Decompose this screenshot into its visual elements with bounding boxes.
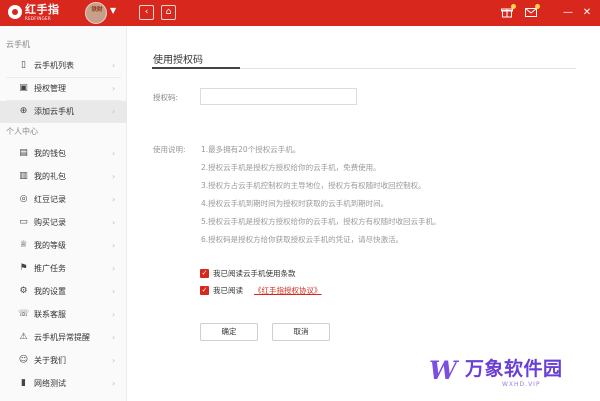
- sidebar-section-cloud: 云手机: [6, 40, 30, 49]
- minimize-button[interactable]: —: [561, 6, 575, 20]
- logo-text: 红手指: [25, 3, 60, 16]
- watermark-url: WXHD.VIP: [502, 381, 541, 388]
- chevron-right-icon: ›: [112, 149, 116, 158]
- sidebar-item-label: 我的等级: [34, 241, 66, 250]
- sidebar-item-label: 云手机列表: [34, 61, 74, 70]
- mail-badge: [535, 4, 540, 9]
- wallet-icon: ▤: [19, 148, 28, 158]
- chevron-right-icon: ›: [112, 107, 116, 116]
- sidebar-item-label: 网络测试: [34, 379, 66, 388]
- chevron-right-icon: ›: [112, 310, 116, 319]
- sidebar-item-alerts[interactable]: ⚠ 云手机异常提醒 ›: [0, 327, 127, 349]
- cancel-button[interactable]: 取消: [272, 323, 330, 341]
- instruction-line: 6.授权码是授权方给你获取授权云手机的凭证，请尽快激活。: [201, 235, 404, 244]
- gift-badge: [511, 4, 516, 9]
- instructions-label: 使用说明:: [153, 145, 186, 154]
- sidebar-section-personal: 个人中心: [6, 127, 38, 136]
- chevron-right-icon: ›: [112, 195, 116, 204]
- add-circle-icon: ⊕: [19, 106, 28, 116]
- auth-code-label: 授权码:: [153, 93, 179, 102]
- chevron-right-icon: ›: [112, 61, 116, 70]
- logo-subtext: REDFINGER: [25, 16, 51, 21]
- user-avatar[interactable]: 铁财: [85, 2, 107, 24]
- phone-icon: ▯: [21, 60, 26, 70]
- sidebar-item-level[interactable]: ♕ 我的等级 ›: [0, 235, 127, 257]
- chevron-right-icon: ›: [112, 218, 116, 227]
- app-logo: 红手指 REDFINGER: [8, 3, 78, 23]
- avatar-text: 铁财: [91, 7, 103, 13]
- gear-icon: ⚙: [19, 286, 28, 296]
- network-icon: ▮: [21, 378, 26, 388]
- license-checkbox[interactable]: ✓: [200, 286, 209, 295]
- about-icon: ☺: [18, 355, 29, 365]
- chevron-right-icon: ›: [112, 333, 116, 342]
- bean-icon: ◎: [19, 194, 28, 204]
- instruction-line: 5.授权云手机是授权方授权给你的云手机，授权方有权随时收回云手机。: [201, 217, 441, 226]
- gift-box-icon: ▥: [19, 171, 28, 181]
- sidebar-item-label: 红豆记录: [34, 195, 66, 204]
- sidebar-item-label: 授权管理: [34, 84, 66, 93]
- sidebar-item-label: 我的礼包: [34, 172, 66, 181]
- sidebar-item-label: 云手机异常提醒: [34, 333, 90, 342]
- sidebar-item-wallet[interactable]: ▤ 我的钱包 ›: [0, 143, 127, 165]
- sidebar-item-auth-management[interactable]: ▣ 授权管理 ›: [0, 78, 127, 100]
- chevron-right-icon: ›: [112, 241, 116, 250]
- chevron-right-icon: ›: [112, 379, 116, 388]
- sidebar-item-purchase-record[interactable]: ▭ 购买记录 ›: [0, 212, 127, 234]
- sidebar-item-label: 我的钱包: [34, 149, 66, 158]
- sidebar-item-label: 购买记录: [34, 218, 66, 227]
- page-title: 使用授权码: [153, 55, 203, 66]
- license-checkbox-label[interactable]: 我已阅读: [213, 285, 243, 296]
- sidebar-item-add-phone[interactable]: ⊕ 添加云手机 ›: [0, 101, 127, 123]
- sidebar-item-network-test[interactable]: ▮ 网络测试 ›: [0, 373, 127, 395]
- chevron-right-icon: ›: [112, 84, 116, 93]
- license-agreement-link[interactable]: 《红手指授权协议》: [254, 285, 322, 296]
- sidebar-item-about[interactable]: ☺ 关于我们 ›: [0, 350, 127, 372]
- title-bar: 红手指 REDFINGER 铁财 ▼ ‹ ⌂ — ✕: [0, 0, 600, 26]
- sidebar-item-bean-record[interactable]: ◎ 红豆记录 ›: [0, 189, 127, 211]
- watermark-logo: W: [429, 356, 457, 385]
- sidebar-item-label: 推广任务: [34, 264, 66, 273]
- instruction-line: 1.最多拥有20个授权云手机。: [201, 145, 301, 154]
- sidebar-item-settings[interactable]: ⚙ 我的设置 ›: [0, 281, 127, 303]
- sidebar-item-label: 联系客服: [34, 310, 66, 319]
- sidebar-item-label: 关于我们: [34, 356, 66, 365]
- title-underline: [152, 67, 240, 69]
- confirm-button[interactable]: 确定: [200, 323, 258, 341]
- instruction-line: 2.授权云手机是授权方授权给你的云手机，免费使用。: [201, 163, 381, 172]
- back-button[interactable]: ‹: [139, 5, 154, 20]
- instruction-line: 3.授权方占云手机控制权的主导地位，授权方有权随时收回控制权。: [201, 181, 426, 190]
- close-button[interactable]: ✕: [580, 6, 594, 20]
- sidebar-item-label: 我的设置: [34, 287, 66, 296]
- account-dropdown-icon[interactable]: ▼: [110, 6, 116, 15]
- sidebar: 云手机 ▯ 云手机列表 › ▣ 授权管理 › ⊕ 添加云手机 › 个人中心 ▤ …: [0, 26, 127, 401]
- key-icon: ▣: [19, 83, 28, 93]
- alert-icon: ⚠: [19, 332, 28, 342]
- instruction-line: 4.授权云手机到期时间为授权时获取的云手机到期时间。: [201, 199, 389, 208]
- watermark-text: 万象软件园: [465, 358, 563, 380]
- purchase-icon: ▭: [19, 217, 28, 227]
- chevron-right-icon: ›: [112, 287, 116, 296]
- chevron-right-icon: ›: [112, 356, 116, 365]
- auth-code-input[interactable]: [200, 88, 357, 105]
- sidebar-item-label: 添加云手机: [34, 107, 74, 116]
- chevron-right-icon: ›: [112, 264, 116, 273]
- sidebar-item-support[interactable]: ☏ 联系客服 ›: [0, 304, 127, 326]
- headset-icon: ☏: [18, 309, 30, 319]
- flag-icon: ⚑: [19, 263, 28, 273]
- main-panel: 使用授权码 授权码: 使用说明: 1.最多拥有20个授权云手机。 2.授权云手机…: [128, 26, 600, 401]
- terms-checkbox[interactable]: ✓: [200, 269, 209, 278]
- sidebar-item-gift-pack[interactable]: ▥ 我的礼包 ›: [0, 166, 127, 188]
- logo-mark-icon: [8, 5, 22, 19]
- crown-icon: ♕: [19, 240, 28, 250]
- chevron-right-icon: ›: [112, 172, 116, 181]
- home-button[interactable]: ⌂: [161, 5, 176, 20]
- sidebar-item-promotion[interactable]: ⚑ 推广任务 ›: [0, 258, 127, 280]
- terms-checkbox-label[interactable]: 我已阅读云手机使用条款: [213, 268, 296, 279]
- sidebar-item-phone-list[interactable]: ▯ 云手机列表 ›: [0, 55, 127, 77]
